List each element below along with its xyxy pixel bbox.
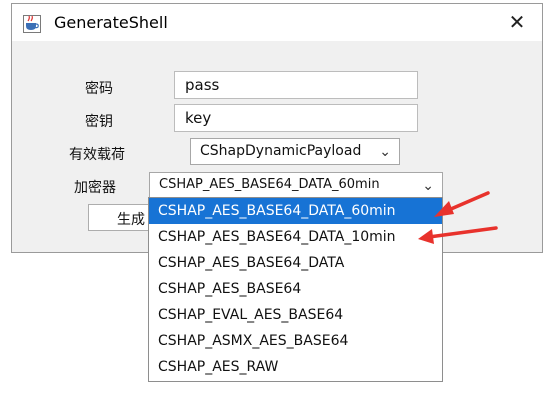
annotation-arrow <box>434 191 490 217</box>
annotation-arrow <box>418 226 498 244</box>
annotation-arrows <box>418 191 498 244</box>
